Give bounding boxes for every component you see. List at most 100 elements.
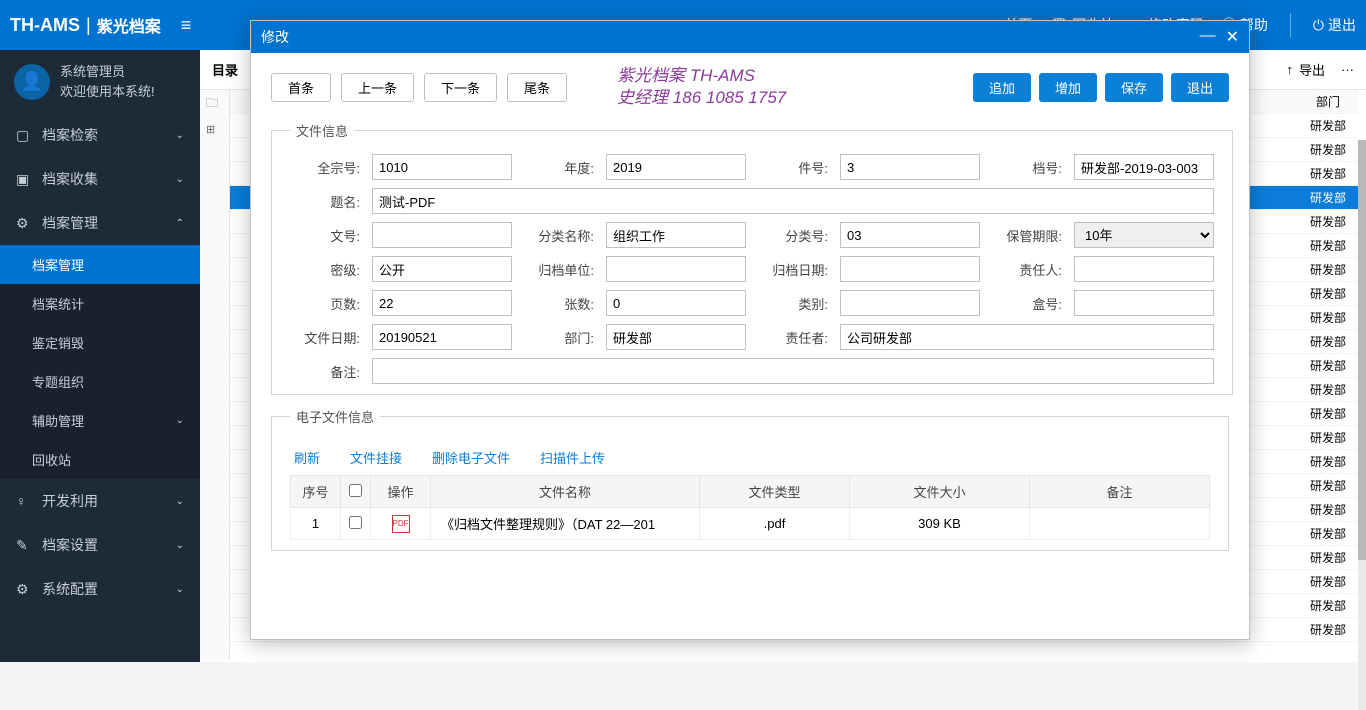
col-remark: 备注	[1030, 476, 1210, 508]
nav-row: 首条 上一条 下一条 尾条 紫光档案 TH-AMS 史经理 186 1085 1…	[271, 65, 1229, 109]
first-button[interactable]: 首条	[271, 73, 331, 102]
efile-actions: 刷新 文件挂接 删除电子文件 扫描件上传	[290, 440, 1210, 475]
label-wjrq: 文件日期:	[290, 328, 360, 347]
scrollbar-thumb[interactable]	[1358, 140, 1366, 560]
exit-button[interactable]: 退出	[1171, 73, 1229, 102]
label-ys: 页数:	[290, 294, 360, 313]
cell-dept: 研发部	[1298, 405, 1358, 422]
input-hh[interactable]	[1074, 290, 1214, 316]
label-gddw: 归档单位:	[524, 260, 594, 279]
next-button[interactable]: 下一条	[424, 73, 497, 102]
submenu-manage: 档案管理 档案统计 鉴定销毁 专题组织 辅助管理⌄ 回收站	[0, 245, 200, 479]
tab-catalog[interactable]: 目录	[212, 60, 238, 79]
sidebar: 👤 系统管理员 欢迎使用本系统! ▢档案检索⌄ ▣档案收集⌄ ⚙档案管理⌃ 档案…	[0, 50, 200, 662]
prev-button[interactable]: 上一条	[341, 73, 414, 102]
efile-table: 序号 操作 文件名称 文件类型 文件大小 备注 1 PDF 《归档文件整理规	[290, 475, 1210, 540]
cell-dept: 研发部	[1298, 117, 1358, 134]
label-hh: 盒号:	[992, 294, 1062, 313]
input-gddw[interactable]	[606, 256, 746, 282]
close-icon[interactable]: ✕	[1226, 27, 1239, 47]
last-button[interactable]: 尾条	[507, 73, 567, 102]
input-tm[interactable]	[372, 188, 1214, 214]
col-size: 文件大小	[850, 476, 1030, 508]
cell-dept: 研发部	[1298, 309, 1358, 326]
efile-fieldset: 电子文件信息 刷新 文件挂接 删除电子文件 扫描件上传 序号 操作 文件名称 文…	[271, 407, 1229, 551]
cell-dept: 研发部	[1298, 189, 1358, 206]
input-zrz[interactable]	[840, 324, 1214, 350]
tree-panel	[200, 90, 230, 660]
cell-name: 《归档文件整理规则》（DAT 22—201	[431, 508, 700, 540]
sub-destroy[interactable]: 鉴定销毁	[0, 323, 200, 362]
col-check	[341, 476, 371, 508]
add-button[interactable]: 增加	[1039, 73, 1097, 102]
input-ys[interactable]	[372, 290, 512, 316]
col-type: 文件类型	[700, 476, 850, 508]
delete-efile-link[interactable]: 删除电子文件	[432, 448, 510, 467]
modal-title-text: 修改	[261, 27, 289, 47]
label-tm: 题名:	[290, 192, 360, 211]
menu-collect[interactable]: ▣档案收集⌄	[0, 157, 200, 201]
label-year: 年度:	[524, 158, 594, 177]
sub-topic[interactable]: 专题组织	[0, 362, 200, 401]
chevron-up-icon: ⌃	[176, 218, 184, 229]
efile-row[interactable]: 1 PDF 《归档文件整理规则》（DAT 22—201 .pdf 309 KB	[291, 508, 1210, 540]
logout-button[interactable]: ⏻退出	[1313, 15, 1356, 35]
save-button[interactable]: 保存	[1105, 73, 1163, 102]
input-zs[interactable]	[606, 290, 746, 316]
link-file-link[interactable]: 文件挂接	[350, 448, 402, 467]
label-mj: 密级:	[290, 260, 360, 279]
expand-icon[interactable]	[200, 119, 229, 140]
chevron-down-icon: ⌄	[176, 415, 184, 426]
sub-aux[interactable]: 辅助管理⌄	[0, 401, 200, 440]
check-all[interactable]	[349, 484, 362, 497]
cell-dept: 研发部	[1298, 285, 1358, 302]
input-bz[interactable]	[372, 358, 1214, 384]
cell-size: 309 KB	[850, 508, 1030, 540]
input-zrr[interactable]	[1074, 256, 1214, 282]
menu-toggle-icon[interactable]: ≡	[181, 15, 192, 36]
user-name: 系统管理员	[60, 62, 155, 82]
book-icon: ▢	[16, 127, 32, 144]
input-wh[interactable]	[372, 222, 512, 248]
menu-config[interactable]: ⚙系统配置⌄	[0, 567, 200, 611]
sub-stats[interactable]: 档案统计	[0, 284, 200, 323]
pdf-icon[interactable]: PDF	[392, 515, 410, 533]
cell-dept: 研发部	[1298, 573, 1358, 590]
row-checkbox[interactable]	[349, 516, 362, 529]
input-flmc[interactable]	[606, 222, 746, 248]
cell-dept: 研发部	[1298, 501, 1358, 518]
cell-dept: 研发部	[1298, 597, 1358, 614]
input-lb[interactable]	[840, 290, 980, 316]
gear-icon: ⚙	[16, 581, 32, 598]
input-jh[interactable]	[840, 154, 980, 180]
sub-recycle[interactable]: 回收站	[0, 440, 200, 479]
input-bm[interactable]	[606, 324, 746, 350]
input-qzh[interactable]	[372, 154, 512, 180]
label-bm: 部门:	[524, 328, 594, 347]
folder-icon[interactable]	[200, 90, 229, 119]
input-gdrq[interactable]	[840, 256, 980, 282]
col-seq: 序号	[291, 476, 341, 508]
minimize-icon[interactable]: —	[1200, 27, 1216, 47]
select-bgqx[interactable]: 10年	[1074, 222, 1214, 248]
scan-upload-link[interactable]: 扫描件上传	[540, 448, 605, 467]
arrow-up-icon: ↑	[1286, 62, 1293, 77]
refresh-link[interactable]: 刷新	[294, 448, 320, 467]
user-block: 👤 系统管理员 欢迎使用本系统!	[0, 50, 200, 113]
input-flh[interactable]	[840, 222, 980, 248]
input-wjrq[interactable]	[372, 324, 512, 350]
menu-manage[interactable]: ⚙档案管理⌃	[0, 201, 200, 245]
sub-manage[interactable]: 档案管理	[0, 245, 200, 284]
menu-develop[interactable]: ♀开发利用⌄	[0, 479, 200, 523]
input-mj[interactable]	[372, 256, 512, 282]
cell-seq: 1	[291, 508, 341, 540]
menu-search[interactable]: ▢档案检索⌄	[0, 113, 200, 157]
label-flmc: 分类名称:	[524, 226, 594, 245]
input-dh[interactable]	[1074, 154, 1214, 180]
append-button[interactable]: 追加	[973, 73, 1031, 102]
menu-settings[interactable]: ✎档案设置⌄	[0, 523, 200, 567]
chevron-down-icon: ⌄	[176, 496, 184, 507]
input-year[interactable]	[606, 154, 746, 180]
more-button[interactable]: ···	[1341, 62, 1354, 77]
export-button[interactable]: ↑ 导出 ···	[1286, 60, 1354, 79]
